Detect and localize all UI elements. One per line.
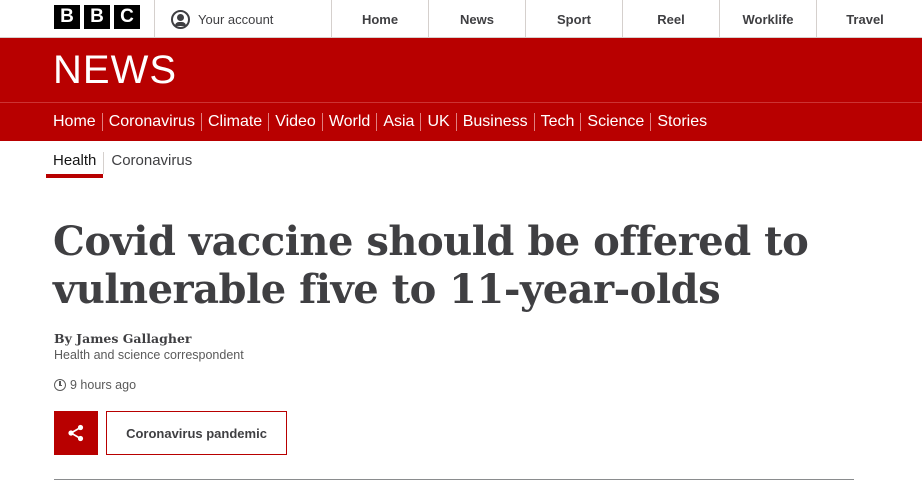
share-icon bbox=[68, 424, 84, 442]
bbc-logo-letter-3: C bbox=[114, 5, 140, 29]
news-nav-world[interactable]: World bbox=[321, 113, 377, 131]
article-headline: Covid vaccine should be offered to vulne… bbox=[53, 218, 809, 313]
global-nav-sport[interactable]: Sport bbox=[525, 0, 622, 38]
timestamp-text: 9 hours ago bbox=[70, 378, 137, 392]
article-divider bbox=[54, 479, 854, 480]
global-header: B B C Your account Home News Sport Reel … bbox=[0, 0, 922, 38]
news-nav-science[interactable]: Science bbox=[580, 113, 650, 131]
news-section-nav: Home Coronavirus Climate Video World Asi… bbox=[0, 102, 922, 141]
global-nav-travel[interactable]: Travel bbox=[816, 0, 913, 38]
header-divider bbox=[154, 0, 155, 38]
news-nav-home[interactable]: Home bbox=[53, 113, 102, 131]
subnav-health[interactable]: Health bbox=[46, 148, 104, 178]
byline: By James Gallagher Health and science co… bbox=[54, 331, 244, 363]
news-nav-stories[interactable]: Stories bbox=[650, 113, 713, 131]
user-account-icon bbox=[171, 9, 190, 29]
clock-icon bbox=[54, 379, 66, 391]
news-nav-business[interactable]: Business bbox=[455, 113, 534, 131]
account-label: Your account bbox=[198, 11, 274, 27]
global-nav-worklife[interactable]: Worklife bbox=[719, 0, 816, 38]
bbc-logo-letter-2: B bbox=[84, 5, 110, 29]
author-name: By James Gallagher bbox=[54, 331, 192, 346]
article-timestamp: 9 hours ago bbox=[54, 378, 136, 392]
global-nav-reel[interactable]: Reel bbox=[622, 0, 719, 38]
news-nav-asia[interactable]: Asia bbox=[376, 113, 420, 131]
global-nav-home[interactable]: Home bbox=[331, 0, 428, 38]
global-nav-news[interactable]: News bbox=[428, 0, 525, 38]
news-nav-uk[interactable]: UK bbox=[420, 113, 455, 131]
author-role: Health and science correspondent bbox=[54, 348, 244, 362]
bbc-logo-letter-1: B bbox=[54, 5, 80, 29]
secondary-nav: Health Coronavirus bbox=[46, 148, 199, 180]
news-banner: NEWS bbox=[0, 38, 922, 102]
topic-tag-button[interactable]: Coronavirus pandemic bbox=[106, 411, 287, 455]
subnav-coronavirus[interactable]: Coronavirus bbox=[104, 148, 199, 178]
news-logo[interactable]: NEWS bbox=[53, 50, 177, 90]
bbc-logo[interactable]: B B C bbox=[54, 5, 140, 29]
news-nav-climate[interactable]: Climate bbox=[200, 113, 268, 131]
global-nav: Home News Sport Reel Worklife Travel bbox=[331, 0, 913, 38]
news-nav-tech[interactable]: Tech bbox=[533, 113, 581, 131]
news-nav-coronavirus[interactable]: Coronavirus bbox=[101, 113, 201, 131]
news-nav-video[interactable]: Video bbox=[268, 113, 322, 131]
account-link[interactable]: Your account bbox=[171, 0, 273, 38]
share-button[interactable] bbox=[54, 411, 98, 455]
